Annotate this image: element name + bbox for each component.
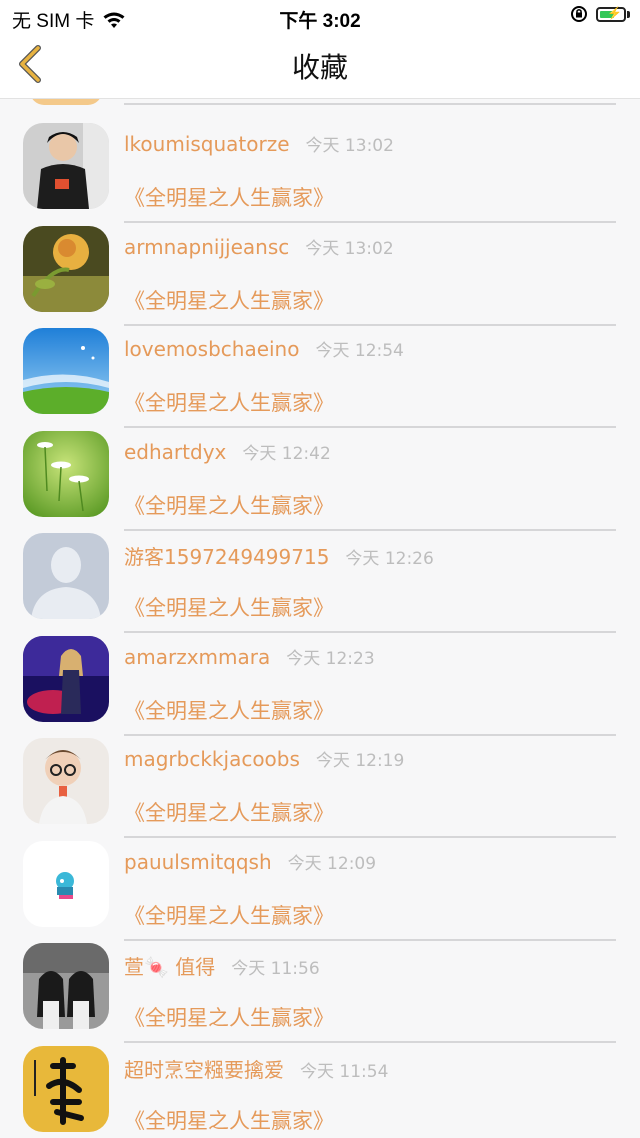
timestamp: 今天 12:26 — [345, 549, 434, 569]
charging-bolt-icon: ⚡ — [607, 5, 622, 20]
username[interactable]: lkoumisquatorze 今天 13:02 — [124, 131, 394, 156]
username[interactable]: 游客1597249499715 今天 12:26 — [124, 541, 434, 570]
timestamp: 今天 12:09 — [287, 853, 377, 874]
item-title[interactable]: 《全明星之人生赢家》 — [124, 1105, 334, 1135]
username[interactable]: edhartdyx 今天 12:42 — [124, 439, 331, 464]
avatar-child-image — [23, 738, 109, 824]
item-title[interactable]: 《全明星之人生赢家》 — [124, 592, 334, 622]
username-text[interactable]: amarzxmmara — [124, 645, 270, 669]
timestamp: 今天 12:19 — [315, 751, 405, 771]
row-divider — [124, 103, 616, 105]
status-right: ⚡ — [570, 5, 630, 23]
list-item[interactable]: pauulsmitqqsh 今天 12:09 《全明星之人生赢家》 — [0, 837, 640, 941]
item-title[interactable]: 《全明星之人生赢家》 — [124, 1002, 334, 1032]
item-title[interactable]: 《全明星之人生赢家》 — [124, 285, 334, 315]
navigation-bar: 收藏 — [0, 32, 640, 99]
timestamp: 今天 11:54 — [300, 1061, 389, 1082]
favorites-list: lkoumisquatorze 今天 13:02 《全明星之人生赢家》 armna… — [0, 99, 640, 1138]
avatar-cartoon-image — [23, 840, 109, 927]
item-title[interactable]: 《全明星之人生赢家》 — [124, 695, 334, 725]
item-title[interactable]: 《全明星之人生赢家》 — [124, 387, 334, 417]
status-bar: 无 SIM 卡 下午 3:02 ⚡ — [0, 0, 640, 32]
default-avatar-icon — [23, 533, 109, 619]
orientation-lock-icon — [571, 6, 587, 22]
username[interactable]: 超时烹空糨要擒爱 今天 11:54 — [124, 1054, 388, 1083]
list-item[interactable]: armnapnijjeansc 今天 13:02 《全明星之人生赢家》 — [0, 222, 640, 326]
avatar[interactable] — [23, 430, 109, 517]
list-item[interactable]: 超时烹空糨要擒爱 今天 11:54 《全明星之人生赢家》 — [0, 1042, 640, 1138]
partial-avatar — [30, 99, 102, 105]
timestamp: 今天 11:56 — [231, 959, 320, 979]
avatar[interactable] — [23, 328, 109, 414]
item-title[interactable]: 《全明星之人生赢家》 — [124, 900, 334, 930]
username[interactable]: amarzxmmara 今天 12:23 — [124, 644, 375, 669]
item-title[interactable]: 《全明星之人生赢家》 — [124, 182, 334, 212]
avatar[interactable] — [23, 840, 109, 927]
avatar[interactable] — [23, 533, 109, 619]
timestamp: 今天 12:23 — [286, 648, 375, 669]
battery-icon: ⚡ — [596, 5, 626, 22]
timestamp: 今天 12:54 — [315, 341, 404, 361]
list-item[interactable]: amarzxmmara 今天 12:23 《全明星之人生赢家》 — [0, 632, 640, 736]
list-item[interactable]: lovemosbchaeino 今天 12:54 《全明星之人生赢家》 — [0, 324, 640, 428]
username-text[interactable]: 游客1597249499715 — [124, 545, 329, 569]
avatar-woman-image — [23, 635, 109, 722]
username[interactable]: armnapnijjeansc 今天 13:02 — [124, 234, 394, 259]
username[interactable]: magrbckkjacoobs 今天 12:19 — [124, 746, 404, 771]
battery-tip — [627, 10, 630, 18]
avatar[interactable] — [23, 123, 109, 209]
avatar[interactable] — [23, 738, 109, 824]
list-item[interactable]: 游客1597249499715 今天 12:26 《全明星之人生赢家》 — [0, 529, 640, 633]
username-text[interactable]: 萱🍬 值得 — [124, 955, 215, 979]
username-text[interactable]: lovemosbchaeino — [124, 337, 299, 361]
timestamp: 今天 13:02 — [305, 238, 394, 259]
page-title: 收藏 — [291, 51, 348, 84]
list-item[interactable]: magrbckkjacoobs 今天 12:19 《全明星之人生赢家》 — [0, 734, 640, 838]
avatar-two-girls-image — [23, 943, 109, 1029]
item-title[interactable]: 《全明星之人生赢家》 — [124, 797, 334, 827]
list-item[interactable]: lkoumisquatorze 今天 13:02 《全明星之人生赢家》 — [0, 119, 640, 223]
username-text[interactable]: lkoumisquatorze — [124, 132, 290, 156]
username-text[interactable]: 超时烹空糨要擒爱 — [124, 1058, 284, 1082]
avatar-flowers-image — [23, 430, 109, 517]
timestamp: 今天 13:02 — [305, 136, 394, 156]
avatar-calligraphy-image — [23, 1045, 109, 1132]
username[interactable]: lovemosbchaeino 今天 12:54 — [124, 336, 404, 361]
avatar-person-image — [23, 123, 109, 209]
avatar[interactable] — [23, 225, 109, 312]
username-text[interactable]: magrbckkjacoobs — [124, 747, 300, 771]
avatar-rose-image — [23, 225, 109, 312]
list-item[interactable]: edhartdyx 今天 12:42 《全明星之人生赢家》 — [0, 427, 640, 531]
avatar[interactable] — [23, 635, 109, 722]
status-time: 下午 3:02 — [279, 11, 361, 32]
username-text[interactable]: edhartdyx — [124, 440, 226, 464]
username[interactable]: pauulsmitqqsh 今天 12:09 — [124, 849, 376, 874]
username[interactable]: 萱🍬 值得 今天 11:56 — [124, 951, 320, 980]
username-text[interactable]: armnapnijjeansc — [124, 235, 289, 259]
item-title[interactable]: 《全明星之人生赢家》 — [124, 490, 334, 520]
avatar-sky-image — [23, 328, 109, 414]
timestamp: 今天 12:42 — [242, 443, 331, 464]
username-text[interactable]: pauulsmitqqsh — [124, 850, 272, 874]
list-item[interactable]: 萱🍬 值得 今天 11:56 《全明星之人生赢家》 — [0, 939, 640, 1043]
avatar[interactable] — [23, 1045, 109, 1132]
avatar[interactable] — [23, 943, 109, 1029]
